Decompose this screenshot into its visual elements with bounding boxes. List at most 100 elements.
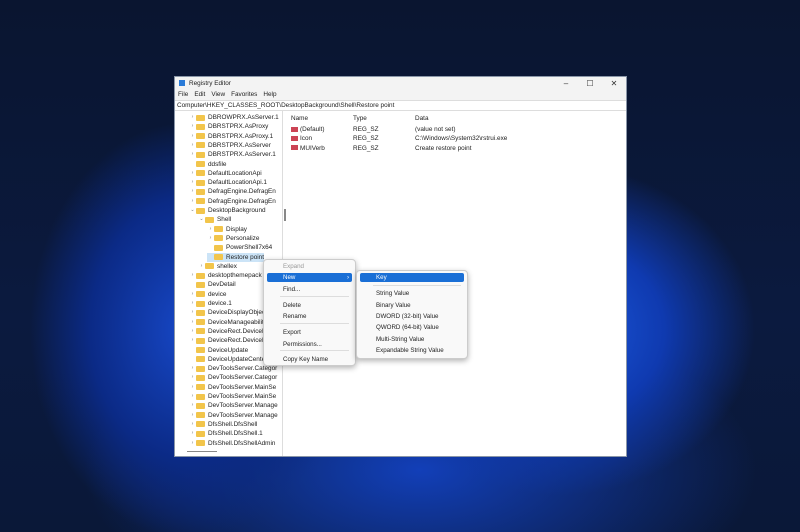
menu-separator (373, 285, 461, 286)
menu-view[interactable]: View (211, 91, 225, 98)
tree-item[interactable]: › DeviceDisplayObjec (189, 308, 266, 317)
chevron-icon[interactable]: › (189, 141, 196, 150)
tree-item[interactable]: › device.1 (189, 299, 232, 308)
tree-item[interactable]: › DevToolsServer.Manage (189, 411, 278, 420)
tree-item[interactable]: Restore point (207, 252, 265, 262)
folder-icon (214, 254, 223, 260)
tree-item[interactable]: › DefragEngine.DefragEn (189, 197, 276, 206)
tree-item[interactable]: › DefaultLocationApi.1 (189, 178, 267, 187)
chevron-icon[interactable]: › (189, 308, 196, 317)
chevron-icon[interactable]: › (189, 429, 196, 438)
column-data[interactable]: Data (415, 115, 429, 122)
context-menu-item[interactable]: Rename (267, 312, 352, 321)
minimize-button[interactable]: – (554, 79, 578, 88)
context-menu-item[interactable]: Expand (267, 262, 352, 271)
tree-item[interactable]: › DefaultLocationApi (189, 169, 262, 178)
tree-item[interactable]: › DBRSTPRX.AsProxy (189, 122, 269, 131)
chevron-icon[interactable]: › (189, 373, 196, 382)
context-menu-item[interactable]: Find... (267, 285, 352, 294)
chevron-icon[interactable]: › (189, 290, 196, 299)
chevron-icon[interactable]: › (189, 439, 196, 448)
context-menu-item[interactable]: Copy Key Name (267, 355, 352, 364)
tree-item[interactable]: › DefragEngine.DefragEn (189, 187, 276, 196)
submenu-item[interactable]: QWORD (64-bit) Value (360, 323, 464, 332)
tree-item[interactable]: › desktopthemepack (189, 271, 262, 280)
chevron-icon[interactable]: › (189, 401, 196, 410)
tree-item[interactable]: PowerShell7x64 (207, 243, 272, 252)
tree-item[interactable]: DevDetail (189, 280, 236, 289)
chevron-icon[interactable]: › (189, 411, 196, 420)
chevron-icon[interactable]: › (189, 132, 196, 141)
tree-item[interactable]: › DBROWPRX.AsServer.1 (189, 113, 279, 122)
chevron-icon[interactable]: › (189, 178, 196, 187)
tree-item[interactable]: › DevToolsServer.MainSe (189, 383, 277, 392)
chevron-icon[interactable]: › (189, 327, 196, 336)
submenu-item[interactable]: Key (360, 273, 464, 282)
menu-favorites[interactable]: Favorites (231, 91, 257, 98)
chevron-icon[interactable]: › (207, 234, 214, 243)
chevron-icon[interactable]: › (189, 318, 196, 327)
chevron-icon[interactable]: › (189, 169, 196, 178)
column-type[interactable]: Type (353, 115, 367, 122)
tree-item[interactable]: › shellex (198, 262, 237, 271)
chevron-icon[interactable]: › (189, 187, 196, 196)
tree-item[interactable]: › DBRSTPRX.AsServer (189, 141, 271, 150)
menu-edit[interactable]: Edit (194, 91, 205, 98)
tree-item[interactable]: › DeviceRect.DeviceR (189, 336, 267, 345)
chevron-icon[interactable]: › (189, 113, 196, 122)
chevron-icon[interactable]: › (189, 392, 196, 401)
tree-item[interactable]: › DfsShell.DfsShellAdmin (189, 439, 276, 448)
context-menu-item[interactable]: Export (267, 328, 352, 337)
submenu-arrow-icon: › (346, 274, 349, 281)
chevron-icon[interactable]: ⌄ (189, 206, 196, 215)
chevron-icon[interactable]: › (189, 122, 196, 131)
submenu-item[interactable]: Expandable String Value (360, 346, 464, 355)
chevron-icon[interactable]: › (189, 271, 196, 280)
tree-item[interactable]: › DevToolsServer.Manage (189, 401, 278, 410)
tree-item[interactable]: ⌄ Shell (198, 215, 231, 224)
close-button[interactable]: ✕ (602, 79, 626, 88)
tree-item[interactable]: ddsfile (189, 160, 226, 169)
tree-item[interactable]: › DfsShell.DfsShell (189, 420, 258, 429)
chevron-icon[interactable]: ⌄ (198, 215, 205, 224)
submenu-item[interactable]: Binary Value (360, 301, 464, 310)
tree-item[interactable]: › DeviceRect.DeviceR (189, 327, 267, 336)
chevron-icon[interactable]: › (189, 336, 196, 345)
address-bar[interactable]: Computer\HKEY_CLASSES_ROOT\DesktopBackgr… (175, 100, 626, 111)
tree-item[interactable]: DeviceUpdate (189, 346, 248, 355)
tree-item[interactable]: › DevToolsServer.Categor (189, 373, 278, 382)
tree-item[interactable]: › DBRSTPRX.AsProxy.1 (189, 132, 274, 141)
vertical-scrollbar-thumb[interactable] (284, 209, 286, 221)
tree-item[interactable]: › DeviceManageabilit (189, 318, 264, 327)
menu-file[interactable]: File (178, 91, 188, 98)
menu-help[interactable]: Help (263, 91, 276, 98)
tree-item[interactable]: › DfsShell.DfsShell.1 (189, 429, 263, 438)
tree-item[interactable]: DeviceUpdateCente (189, 355, 265, 364)
context-menu-item[interactable]: Delete (267, 301, 352, 310)
tree-item[interactable]: › Display (207, 225, 247, 234)
horizontal-scrollbar[interactable] (187, 451, 217, 452)
chevron-icon[interactable]: › (198, 262, 205, 271)
chevron-icon[interactable]: › (189, 420, 196, 429)
chevron-icon[interactable]: › (207, 225, 214, 234)
tree-item[interactable]: › DBRSTPRX.AsServer.1 (189, 150, 276, 159)
context-menu-item[interactable]: Permissions... (267, 340, 352, 349)
tree-item[interactable]: ⌄ DesktopBackground (189, 206, 265, 215)
submenu-item[interactable]: String Value (360, 289, 464, 298)
tree-item[interactable]: › Personalize (207, 234, 260, 243)
chevron-icon[interactable]: › (189, 383, 196, 392)
folder-icon (214, 244, 223, 251)
chevron-icon[interactable]: › (189, 197, 196, 206)
maximize-button[interactable]: ☐ (578, 79, 602, 88)
chevron-icon[interactable]: › (189, 299, 196, 308)
chevron-icon[interactable]: › (189, 150, 196, 159)
tree-item[interactable]: › device (189, 290, 227, 299)
submenu-item[interactable]: DWORD (32-bit) Value (360, 312, 464, 321)
folder-icon (196, 402, 205, 409)
context-menu-item[interactable]: New › (267, 273, 352, 282)
column-name[interactable]: Name (291, 115, 308, 122)
tree-item[interactable]: › DevToolsServer.MainSe (189, 392, 277, 401)
tree-item-label: DeviceUpdate (208, 346, 249, 354)
chevron-icon[interactable]: › (189, 364, 196, 373)
submenu-item[interactable]: Multi-String Value (360, 335, 464, 344)
